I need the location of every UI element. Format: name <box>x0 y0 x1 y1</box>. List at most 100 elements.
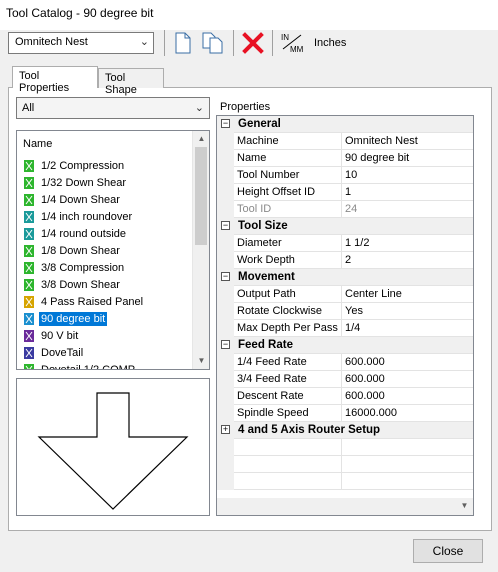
tool-list-item[interactable]: 1/4 Down Shear <box>22 191 122 208</box>
scroll-down-arrow-icon[interactable]: ▼ <box>456 498 473 514</box>
property-row[interactable]: 3/4 Feed Rate 600.000 <box>217 371 473 388</box>
property-gutter <box>217 133 234 150</box>
collapse-icon[interactable]: − <box>221 272 230 281</box>
property-gutter <box>217 439 234 456</box>
tool-list-item[interactable]: 90 degree bit <box>22 310 108 327</box>
properties-scrollbar[interactable]: ▼ <box>217 498 473 515</box>
delete-tool-button[interactable] <box>240 30 266 56</box>
property-category[interactable]: Movement − <box>217 269 473 286</box>
property-row-empty <box>217 473 473 490</box>
property-value[interactable]: Center Line <box>342 286 473 302</box>
tool-list-item[interactable]: 1/4 round outside <box>22 225 128 242</box>
property-value[interactable]: 2 <box>342 252 473 268</box>
property-category[interactable]: 4 and 5 Axis Router Setup + <box>217 422 473 439</box>
tool-list-item[interactable]: 1/8 Down Shear <box>22 242 122 259</box>
property-name: Output Path <box>234 286 342 302</box>
property-row[interactable]: Rotate Clockwise Yes <box>217 303 473 320</box>
properties-grid[interactable]: General − Machine Omnitech Nest Name 90 degre… <box>216 115 474 516</box>
tool-list-item[interactable]: 1/32 Down Shear <box>22 174 128 191</box>
tool-list[interactable]: Name 1/2 Compression 1/32 Down Shear 1/4 D… <box>16 130 210 370</box>
property-row[interactable]: Diameter 1 1/2 <box>217 235 473 252</box>
property-row[interactable]: Output Path Center Line <box>217 286 473 303</box>
catalog-select[interactable]: Omnitech Nest ⌄ <box>8 32 154 54</box>
property-name: Diameter <box>234 235 342 251</box>
property-value[interactable]: 600.000 <box>342 371 473 387</box>
window-title: Tool Catalog - 90 degree bit <box>6 6 154 20</box>
property-category[interactable]: General − <box>217 116 473 133</box>
tool-list-item[interactable]: DoveTail <box>22 344 85 361</box>
property-row[interactable]: Height Offset ID 1 <box>217 184 473 201</box>
property-name <box>234 473 342 489</box>
property-gutter <box>217 201 234 218</box>
property-name: Tool Number <box>234 167 342 183</box>
tool-list-item-label: 4 Pass Raised Panel <box>41 295 144 308</box>
property-row[interactable]: Max Depth Per Pass 1/4 <box>217 320 473 337</box>
close-button[interactable]: Close <box>413 539 483 563</box>
properties-label: Properties <box>220 101 271 113</box>
property-value[interactable]: 10 <box>342 167 473 183</box>
property-row[interactable]: Tool Number 10 <box>217 167 473 184</box>
property-row[interactable]: Machine Omnitech Nest <box>217 133 473 150</box>
property-category-label: General <box>238 118 281 130</box>
tab-tool-properties[interactable]: Tool Properties <box>12 66 98 94</box>
property-name <box>234 439 342 455</box>
property-gutter <box>217 354 234 371</box>
tool-list-item-label: DoveTail <box>41 346 84 359</box>
property-category[interactable]: Tool Size − <box>217 218 473 235</box>
collapse-icon[interactable]: − <box>221 340 230 349</box>
property-row[interactable]: Descent Rate 600.000 <box>217 388 473 405</box>
green-compression-bit-icon <box>22 363 36 369</box>
property-value[interactable]: 1 1/2 <box>342 235 473 251</box>
property-row[interactable]: Tool ID 24 <box>217 201 473 218</box>
property-value[interactable]: 16000.000 <box>342 405 473 421</box>
scrollbar-thumb[interactable] <box>195 147 207 245</box>
toolbar-separator <box>164 30 165 56</box>
v-bit-shape-icon <box>37 392 189 510</box>
tool-list-item[interactable]: 4 Pass Raised Panel <box>22 293 145 310</box>
inch-mm-icon: IN MM <box>281 33 304 54</box>
property-value <box>342 473 473 489</box>
property-value[interactable]: 600.000 <box>342 388 473 404</box>
units-toggle-button[interactable]: IN MM <box>279 30 307 56</box>
tool-list-item[interactable]: Dovetail 1/2 COMP <box>22 361 137 370</box>
property-category-label: Tool Size <box>238 220 288 232</box>
tool-list-item-label: 1/32 Down Shear <box>41 176 126 189</box>
raised-panel-bit-icon <box>22 295 36 309</box>
collapse-icon[interactable]: − <box>221 221 230 230</box>
property-row[interactable]: Name 90 degree bit <box>217 150 473 167</box>
property-value[interactable]: Omnitech Nest <box>342 133 473 149</box>
property-category-label: Feed Rate <box>238 339 293 351</box>
tab-tool-shape[interactable]: Tool Shape <box>98 68 164 96</box>
new-tool-button[interactable] <box>170 30 196 56</box>
tool-list-item-label: 90 degree bit <box>39 311 108 326</box>
property-value[interactable]: 1/4 <box>342 320 473 336</box>
tool-list-item[interactable]: 90 V bit <box>22 327 80 344</box>
tool-list-scrollbar[interactable]: ▲ ▼ <box>192 131 209 369</box>
tool-list-item[interactable]: 1/2 Compression <box>22 157 126 174</box>
green-shear-bit-icon <box>22 244 36 258</box>
tool-list-item-label: Dovetail 1/2 COMP <box>41 363 136 370</box>
property-value[interactable]: 90 degree bit <box>342 150 473 166</box>
new-document-icon <box>175 32 191 54</box>
property-row[interactable]: Work Depth 2 <box>217 252 473 269</box>
scroll-down-arrow-icon[interactable]: ▼ <box>193 353 209 369</box>
property-value[interactable]: 600.000 <box>342 354 473 370</box>
property-value[interactable]: Yes <box>342 303 473 319</box>
tool-list-item[interactable]: 3/8 Compression <box>22 259 126 276</box>
filter-select[interactable]: All ⌄ <box>16 97 210 119</box>
filter-select-value: All <box>22 102 35 114</box>
expand-icon[interactable]: + <box>221 425 230 434</box>
property-name: Work Depth <box>234 252 342 268</box>
property-category[interactable]: Feed Rate − <box>217 337 473 354</box>
property-row[interactable]: Spindle Speed 16000.000 <box>217 405 473 422</box>
property-value <box>342 439 473 455</box>
tool-list-item[interactable]: 3/8 Down Shear <box>22 276 122 293</box>
property-value[interactable]: 1 <box>342 184 473 200</box>
scroll-up-arrow-icon[interactable]: ▲ <box>193 131 209 147</box>
chevron-down-icon: ⌄ <box>194 102 204 114</box>
property-row-empty <box>217 456 473 473</box>
tool-list-item[interactable]: 1/4 inch roundover <box>22 208 134 225</box>
collapse-icon[interactable]: − <box>221 119 230 128</box>
property-row[interactable]: 1/4 Feed Rate 600.000 <box>217 354 473 371</box>
copy-tool-button[interactable] <box>200 30 226 56</box>
